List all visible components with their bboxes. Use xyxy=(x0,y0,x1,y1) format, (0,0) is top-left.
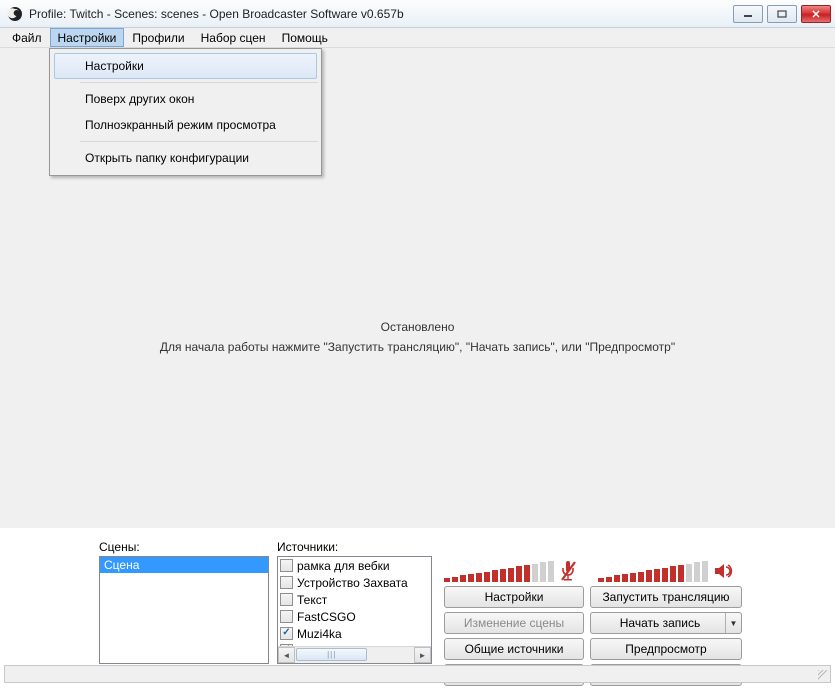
checkbox[interactable] xyxy=(280,576,293,589)
meter-bar xyxy=(532,564,538,582)
checkbox[interactable] xyxy=(280,610,293,623)
checkbox[interactable] xyxy=(280,559,293,572)
meter-bar xyxy=(646,570,652,582)
meter-bar xyxy=(622,574,628,582)
meter-bar xyxy=(670,566,676,582)
start-stream-button[interactable]: Запустить трансляцию xyxy=(590,586,742,608)
mic-meter[interactable] xyxy=(444,561,554,582)
source-label: FastCSGO xyxy=(297,610,356,624)
meter-bar xyxy=(500,569,506,582)
chevron-down-icon[interactable]: ▼ xyxy=(725,613,741,633)
speaker-meter[interactable] xyxy=(598,561,708,582)
menu-item-2[interactable]: Профили xyxy=(124,28,192,47)
sources-label: Источники: xyxy=(277,540,432,554)
menu-item-1[interactable]: Настройки xyxy=(50,28,125,47)
meter-bar xyxy=(638,572,644,583)
meter-bar xyxy=(452,577,458,582)
list-item[interactable]: Устройство Захвата xyxy=(278,574,431,591)
close-button[interactable] xyxy=(801,5,831,23)
meter-bar xyxy=(678,565,684,582)
sources-scrollbar[interactable]: ◄ ||| ► xyxy=(278,646,431,663)
meter-bar xyxy=(508,568,514,582)
source-label: рамка для вебки xyxy=(297,559,390,573)
meter-bar xyxy=(476,573,482,582)
list-item[interactable]: FastCSGO xyxy=(278,608,431,625)
statusbar xyxy=(4,665,831,683)
source-label: Текст xyxy=(297,593,327,607)
sources-listbox[interactable]: рамка для вебки Устройство Захвата Текст Fa… xyxy=(277,556,432,664)
meter-bar xyxy=(548,561,554,582)
preview-status: Остановлено xyxy=(0,320,835,334)
checkbox[interactable] xyxy=(280,627,293,640)
menu-separator xyxy=(80,141,318,142)
scroll-left-icon[interactable]: ◄ xyxy=(278,647,295,663)
meter-bar xyxy=(484,572,490,583)
list-item[interactable]: Сцена xyxy=(100,557,268,573)
meter-bar xyxy=(614,575,620,582)
scenes-label: Сцены: xyxy=(99,540,269,554)
meter-bar xyxy=(524,565,530,582)
audio-meters xyxy=(444,554,742,582)
preview-hint: Для начала работы нажмите "Запустить тра… xyxy=(0,340,835,354)
obs-app-icon xyxy=(6,5,24,23)
list-item[interactable]: рамка для вебки xyxy=(278,557,431,574)
scene-change-button[interactable]: Изменение сцены xyxy=(444,612,584,634)
meter-bar xyxy=(606,577,612,582)
scenes-listbox[interactable]: Сцена xyxy=(99,556,269,664)
source-label: Muzi4ka xyxy=(297,627,342,641)
meter-bar xyxy=(662,568,668,582)
menu-separator xyxy=(80,82,318,83)
meter-bar xyxy=(598,578,604,582)
window-controls xyxy=(733,5,831,23)
dropdown-item-3[interactable]: Полноэкранный режим просмотра xyxy=(54,112,317,138)
meter-bar xyxy=(686,564,692,582)
menu-item-3[interactable]: Набор сцен xyxy=(193,28,274,47)
meter-bar xyxy=(460,575,466,582)
scroll-thumb[interactable]: ||| xyxy=(296,648,367,661)
menubar: ФайлНастройкиПрофилиНабор сценПомощь xyxy=(0,28,835,48)
meter-bar xyxy=(516,566,522,582)
meter-bar xyxy=(630,573,636,582)
settings-dropdown: Настройки Поверх других оконПолноэкранный… xyxy=(49,48,322,176)
meter-bar xyxy=(444,578,450,582)
start-record-label: Начать запись xyxy=(595,616,725,630)
meter-bar xyxy=(654,569,660,582)
meter-bar xyxy=(468,574,474,582)
dropdown-item-5[interactable]: Открыть папку конфигурации xyxy=(54,145,317,171)
checkbox[interactable] xyxy=(280,593,293,606)
list-item[interactable]: Текст xyxy=(278,591,431,608)
source-label: Устройство Захвата xyxy=(297,576,408,590)
meter-bar xyxy=(540,562,546,582)
microphone-icon[interactable] xyxy=(558,560,580,582)
titlebar: Profile: Twitch - Scenes: scenes - Open … xyxy=(0,0,835,28)
global-sources-button[interactable]: Общие источники xyxy=(444,638,584,660)
settings-button[interactable]: Настройки xyxy=(444,586,584,608)
minimize-button[interactable] xyxy=(733,5,763,23)
list-item[interactable]: Muzi4ka xyxy=(278,625,431,642)
dropdown-item-0[interactable]: Настройки xyxy=(54,53,317,79)
start-record-button[interactable]: Начать запись ▼ xyxy=(590,612,742,634)
menu-item-4[interactable]: Помощь xyxy=(274,28,336,47)
scroll-track[interactable]: ||| xyxy=(295,647,414,663)
speaker-icon[interactable] xyxy=(712,560,734,582)
window-title: Profile: Twitch - Scenes: scenes - Open … xyxy=(29,7,733,21)
meter-bar xyxy=(492,570,498,582)
maximize-button[interactable] xyxy=(767,5,797,23)
menu-item-0[interactable]: Файл xyxy=(4,28,50,47)
dropdown-item-2[interactable]: Поверх других окон xyxy=(54,86,317,112)
preview-button[interactable]: Предпросмотр xyxy=(590,638,742,660)
scroll-right-icon[interactable]: ► xyxy=(414,647,431,663)
meter-bar xyxy=(694,562,700,582)
meter-bar xyxy=(702,561,708,582)
